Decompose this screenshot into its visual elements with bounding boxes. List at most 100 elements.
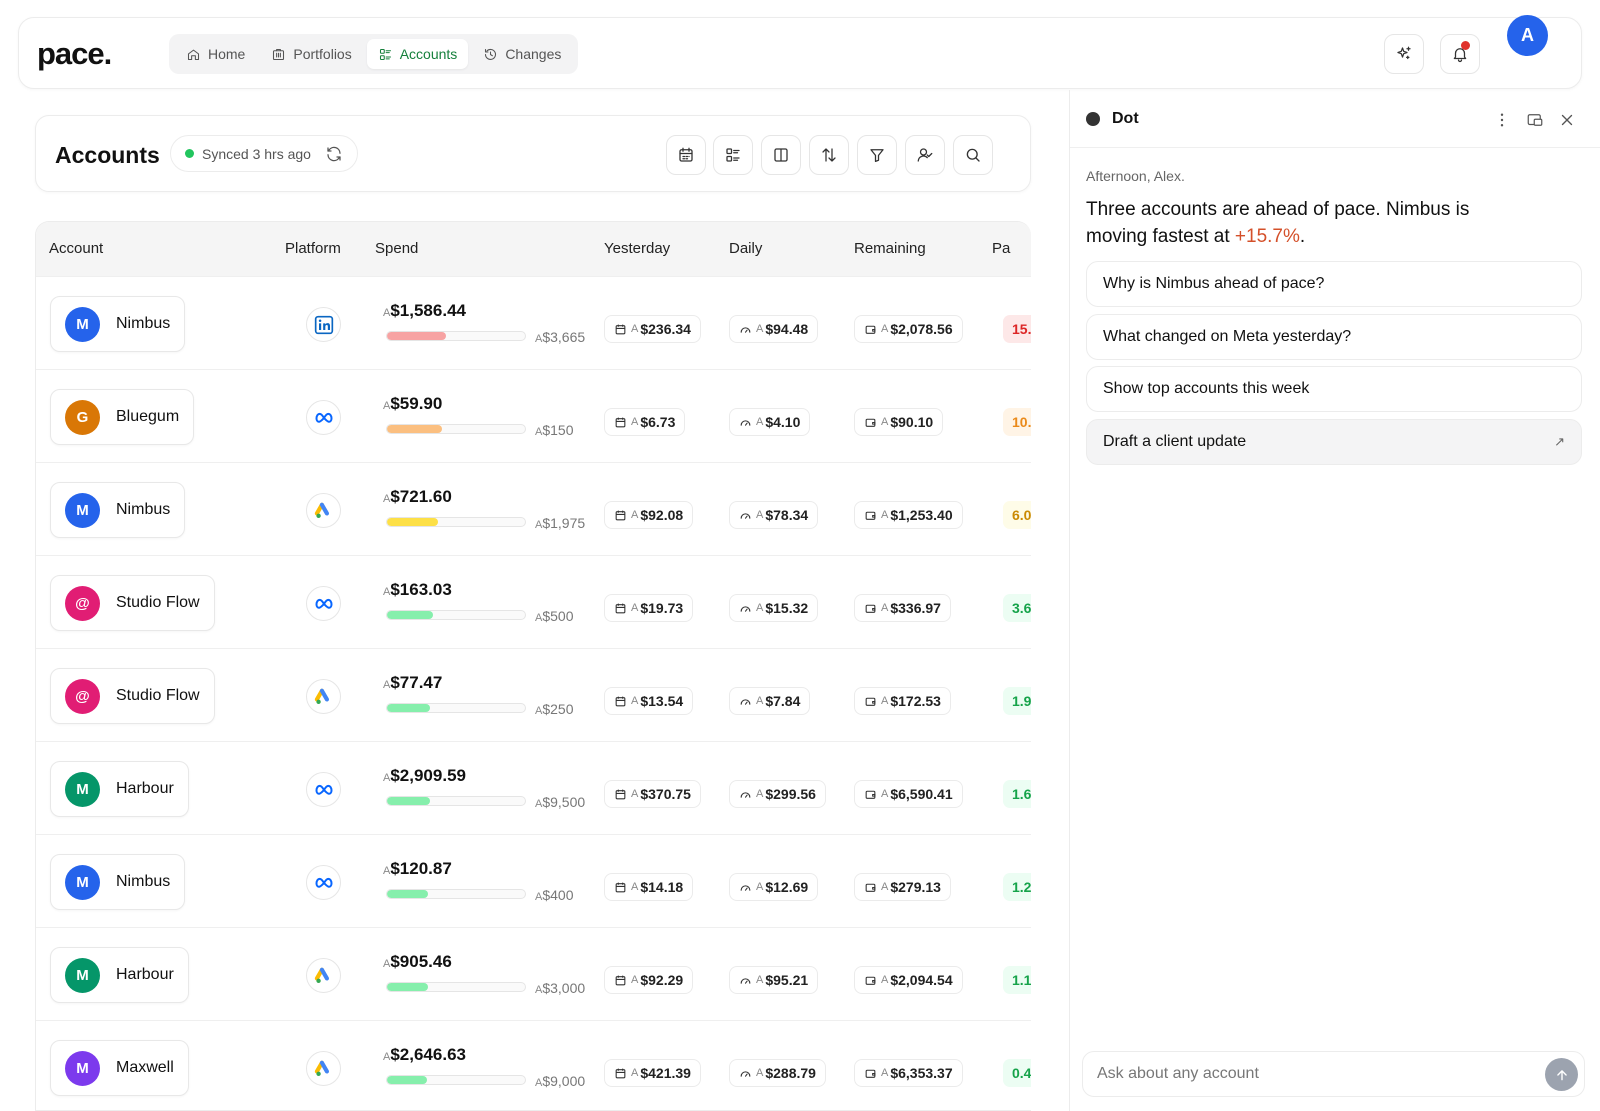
more-options-button[interactable] <box>1491 109 1513 131</box>
account-name: Bluegum <box>116 408 180 425</box>
meta-icon <box>314 784 333 795</box>
daily-spend-value: $7.84 <box>765 693 801 709</box>
popout-button[interactable] <box>1524 109 1546 131</box>
refresh-icon[interactable] <box>325 145 343 163</box>
table-row[interactable]: M Nimbus A$1,586.44 A$3,665 A $236.34 A $94.48 A… <box>36 276 1031 371</box>
table-row[interactable]: M Harbour A$2,909.59 A$9,500 A $370.75 A $299.5… <box>36 741 1031 836</box>
wallet-icon <box>865 1069 876 1078</box>
remaining-budget: A $6,590.41 <box>854 780 963 808</box>
gauge-icon <box>740 698 751 705</box>
spend-progress-bar <box>386 331 526 341</box>
wallet-icon <box>865 511 876 520</box>
currency-prefix: A <box>756 602 764 614</box>
column-header-daily[interactable]: Daily <box>729 240 762 257</box>
list-view-button[interactable] <box>713 135 753 175</box>
pace-badge: 6.0 <box>1003 501 1031 529</box>
gauge-icon <box>740 419 751 426</box>
ai-sparkle-button[interactable] <box>1384 34 1424 74</box>
account-chip[interactable]: M Maxwell <box>50 1040 189 1096</box>
spend-amount: A$2,646.63 <box>383 1045 466 1065</box>
account-chip[interactable]: M Harbour <box>50 947 189 1003</box>
nav-tab-changes[interactable]: Changes <box>472 39 572 69</box>
remaining-budget: A $2,094.54 <box>854 966 963 994</box>
remaining-budget: A $336.97 <box>854 594 951 622</box>
column-header-account[interactable]: Account <box>49 240 103 257</box>
account-avatar: M <box>65 1050 100 1086</box>
daily-spend: A $4.10 <box>729 408 811 436</box>
budget-amount: A$250 <box>535 701 574 717</box>
table-row[interactable]: G Bluegum A$59.90 A$150 A $6.73 A $4.10 A $90.10 1… <box>36 369 1031 464</box>
arrow-up-icon <box>1556 1069 1567 1080</box>
account-chip[interactable]: M Harbour <box>50 761 189 817</box>
spend-amount: A$1,586.44 <box>383 301 466 321</box>
platform-badge <box>306 493 341 528</box>
suggestion-chip[interactable]: Why is Nimbus ahead of pace? <box>1086 261 1582 307</box>
currency-prefix: A <box>756 695 764 707</box>
filter-icon <box>870 149 884 163</box>
page-title: Accounts <box>55 142 160 168</box>
spend-progress-bar <box>386 610 526 620</box>
currency-prefix: A <box>631 416 639 428</box>
date-range-button[interactable] <box>666 135 706 175</box>
currency-prefix: A <box>631 881 639 893</box>
assistant-status-dot <box>1086 112 1100 126</box>
column-header-spend[interactable]: Spend <box>375 240 418 257</box>
chat-input[interactable] <box>1097 1065 1517 1083</box>
account-chip[interactable]: G Bluegum <box>50 389 195 445</box>
meta-icon <box>314 877 333 888</box>
column-header-pace[interactable]: Pa <box>992 240 1010 257</box>
spend-progress-fill <box>387 425 443 433</box>
currency-prefix: A <box>756 509 764 521</box>
table-row[interactable]: M Nimbus A$120.87 A$400 A $14.18 A $12.69 A $279.… <box>36 834 1031 929</box>
search-button[interactable] <box>953 135 993 175</box>
send-button[interactable] <box>1545 1058 1578 1091</box>
currency-prefix: A <box>756 416 764 428</box>
column-header-platform[interactable]: Platform <box>285 240 341 257</box>
table-row[interactable]: M Nimbus A$721.60 A$1,975 A $92.08 A $78.34 A $1,… <box>36 462 1031 557</box>
column-header-yesterday[interactable]: Yesterday <box>604 240 670 257</box>
daily-spend-value: $94.48 <box>765 321 809 337</box>
spend-progress-bar <box>386 1075 526 1085</box>
nav-tab-home[interactable]: Home <box>175 39 256 69</box>
daily-spend: A $12.69 <box>729 873 819 901</box>
table-row[interactable]: @ Studio Flow A$77.47 A$250 A $13.54 A $7.84 A $1… <box>36 648 1031 743</box>
yesterday-spend-value: $6.73 <box>640 414 676 430</box>
calendar-icon <box>615 324 626 334</box>
platform-badge <box>306 1051 341 1086</box>
suggestion-chip[interactable]: What changed on Meta yesterday? <box>1086 313 1582 360</box>
owner-filter-button[interactable] <box>905 135 945 175</box>
currency-prefix: A <box>881 323 889 335</box>
nav-tab-label: Home <box>208 46 246 62</box>
assistant-header: Dot <box>1086 110 1139 128</box>
account-chip[interactable]: M Nimbus <box>50 854 186 910</box>
yesterday-spend-value: $92.29 <box>640 972 684 988</box>
suggestion-chip[interactable]: Show top accounts this week <box>1086 366 1582 412</box>
user-avatar[interactable]: A <box>1507 15 1548 56</box>
account-chip[interactable]: M Nimbus <box>50 296 186 352</box>
nav-tab-accounts[interactable]: Accounts <box>366 39 469 69</box>
column-header-remaining[interactable]: Remaining <box>854 240 926 257</box>
account-name: Nimbus <box>116 873 171 890</box>
spend-value: $59.90 <box>390 394 443 413</box>
sort-button[interactable] <box>809 135 849 175</box>
wallet-icon <box>865 883 876 892</box>
daily-spend: A $299.56 <box>729 780 826 808</box>
google-ads-icon <box>314 967 329 983</box>
close-panel-button[interactable] <box>1556 109 1578 131</box>
nav-tab-portfolios[interactable]: Portfolios <box>260 39 362 69</box>
suggestion-chip[interactable]: Draft a client update ↗ <box>1086 418 1582 465</box>
account-chip[interactable]: @ Studio Flow <box>50 668 215 724</box>
account-chip[interactable]: @ Studio Flow <box>50 575 215 631</box>
meta-icon <box>314 412 333 423</box>
suggestion-label: Draft a client update <box>1103 432 1247 450</box>
app-logo[interactable]: pace. <box>37 36 112 72</box>
columns-button[interactable] <box>761 135 801 175</box>
table-row[interactable]: @ Studio Flow A$163.03 A$500 A $19.73 A $15.32 A… <box>36 555 1031 650</box>
table-row[interactable]: M Harbour A$905.46 A$3,000 A $92.29 A $95.21 A $2… <box>36 927 1031 1022</box>
account-avatar: M <box>65 771 100 807</box>
notifications-button[interactable] <box>1440 34 1480 74</box>
remaining-budget: A $2,078.56 <box>854 315 963 343</box>
filter-button[interactable] <box>857 135 897 175</box>
table-row[interactable]: M Maxwell A$2,646.63 A$9,000 A $421.39 A $288.7… <box>36 1020 1031 1110</box>
account-chip[interactable]: M Nimbus <box>50 482 186 538</box>
